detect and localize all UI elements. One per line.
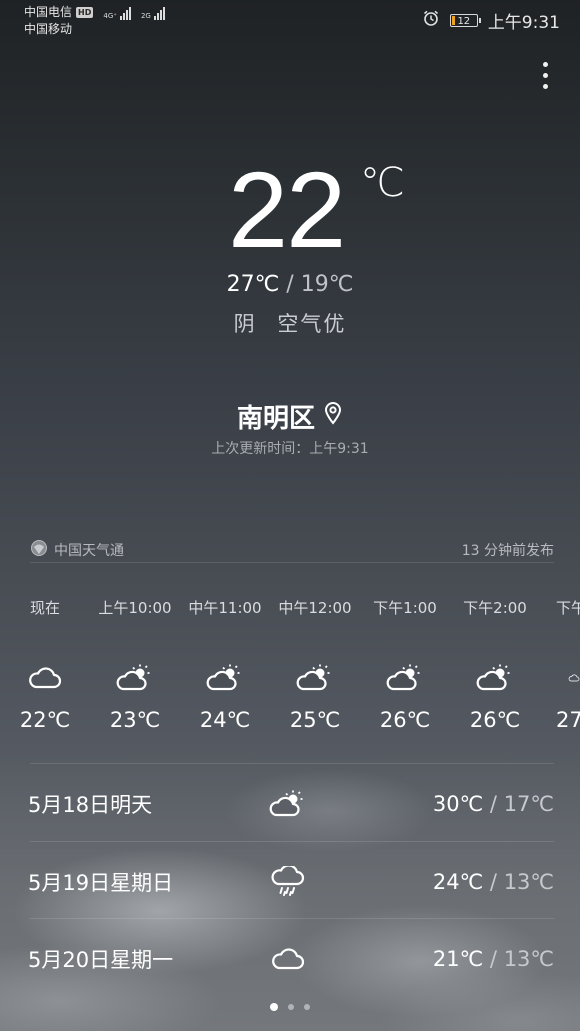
hourly-item: 中午11:00 24℃: [180, 596, 270, 732]
hour-temp: 26℃: [379, 708, 431, 732]
signal-indicator-1: 4G⁺: [103, 6, 131, 20]
hd-badge: HD: [76, 7, 94, 18]
battery-level: [451, 16, 455, 25]
hour-label: 下午2:00: [463, 599, 527, 617]
low-temp: 19℃: [300, 272, 354, 297]
battery-icon: 12: [449, 14, 481, 27]
provider-logo-icon: [30, 539, 48, 561]
divider: [30, 841, 554, 842]
day-high: 24℃: [432, 869, 484, 894]
day-high: 21℃: [432, 946, 484, 971]
signal-bars-icon: [119, 6, 131, 20]
hour-label: 中午12:00: [278, 599, 352, 617]
status-bar: 中国电信 HD 4G⁺ 2G 中国移动 12 上午9:31: [0, 0, 580, 40]
divider: [30, 562, 554, 563]
temperature-unit: ℃: [360, 160, 405, 206]
page-dot[interactable]: [288, 1004, 294, 1010]
page-dot-active[interactable]: [270, 1003, 278, 1011]
air-quality[interactable]: 空气优: [277, 312, 346, 336]
hour-temp: 25℃: [289, 708, 341, 732]
hourly-item: 下午 27: [540, 596, 580, 732]
data-source: 中国天气通 13 分钟前发布: [30, 538, 554, 562]
clock-time: 上午9:31: [487, 13, 560, 33]
hourly-item: 下午2:00 26℃: [450, 596, 540, 732]
city-name[interactable]: 南明区: [237, 398, 315, 435]
hour-label: 上午10:00: [98, 599, 172, 617]
hour-temp: 27: [556, 708, 580, 732]
battery-percent: 12: [457, 16, 471, 27]
page-dot[interactable]: [304, 1004, 310, 1010]
hour-temp: 26℃: [469, 708, 521, 732]
hour-label: 下午1:00: [373, 599, 437, 617]
location-pin-icon[interactable]: [323, 401, 343, 432]
carrier-info: 中国电信 HD 4G⁺ 2G 中国移动: [24, 4, 165, 38]
hourly-item: 现在 22℃: [0, 596, 90, 732]
partly-cloudy-icon: [268, 789, 308, 819]
hour-label: 现在: [29, 599, 60, 617]
day-low: 13℃: [503, 946, 554, 971]
range-separator: /: [489, 946, 497, 971]
day-temp-range: 21℃ / 13℃: [308, 947, 554, 971]
day-low: 17℃: [503, 791, 554, 816]
hour-temp: 24℃: [199, 708, 251, 732]
last-updated: 上次更新时间：上午9:31: [211, 441, 369, 457]
hourly-item: 上午10:00 23℃: [90, 596, 180, 732]
day-high: 30℃: [432, 791, 484, 816]
daily-item[interactable]: 5月20日星期一 21℃ / 13℃: [28, 920, 554, 997]
hour-temp: 23℃: [109, 708, 161, 732]
hour-temp: 22℃: [19, 708, 71, 732]
weather-condition: 阴 空气优: [0, 308, 580, 338]
alarm-clock-icon: [422, 9, 440, 32]
divider: [30, 918, 554, 919]
cloud-icon: [540, 658, 580, 698]
day-temp-range: 30℃ / 17℃: [308, 792, 554, 816]
day-label: 5月20日星期一: [28, 947, 174, 972]
cloud-icon: [0, 658, 90, 698]
provider: 中国天气通: [30, 539, 124, 561]
hourly-item: 中午12:00 25℃: [270, 596, 360, 732]
range-separator: /: [286, 272, 294, 297]
city-selector[interactable]: 南明区: [0, 398, 580, 435]
signal-indicator-2: 2G: [141, 6, 165, 20]
hourly-forecast[interactable]: 现在 22℃ 上午10:00 23℃ 中午11:00 24℃ 中午12:00 2…: [0, 596, 580, 746]
rain-icon: [268, 865, 308, 898]
provider-name: 中国天气通: [54, 543, 124, 559]
day-label: 5月19日星期日: [28, 870, 174, 895]
hour-label: 中午11:00: [188, 599, 262, 617]
partly-cloudy-icon: [450, 658, 540, 698]
more-options-icon[interactable]: [540, 62, 550, 89]
daily-item[interactable]: 5月19日星期日 24℃ / 13℃: [28, 843, 554, 920]
hour-label: 下午: [556, 599, 580, 617]
day-low: 13℃: [503, 869, 554, 894]
partly-cloudy-icon: [270, 658, 360, 698]
partly-cloudy-icon: [180, 658, 270, 698]
cloud-icon: [268, 946, 308, 972]
daily-item[interactable]: 5月18日明天 30℃ / 17℃: [28, 765, 554, 842]
day-label: 5月18日明天: [28, 792, 153, 817]
signal-bars-icon: [153, 6, 165, 20]
partly-cloudy-icon: [90, 658, 180, 698]
range-separator: /: [489, 869, 497, 894]
condition-text: 阴: [233, 312, 257, 336]
temperature-range: 27℃ / 19℃: [0, 272, 580, 297]
divider: [30, 763, 554, 764]
page-indicator[interactable]: [0, 1003, 580, 1011]
day-temp-range: 24℃ / 13℃: [308, 870, 554, 894]
weather-screen: 中国电信 HD 4G⁺ 2G 中国移动 12 上午9:31 22 ℃ 27℃ /…: [0, 0, 580, 1031]
hourly-item: 下午1:00 26℃: [360, 596, 450, 732]
network-type: 4G⁺: [103, 11, 117, 20]
high-temp: 27℃: [226, 272, 280, 297]
status-right: 12 上午9:31: [422, 8, 560, 33]
current-temperature: 22: [228, 149, 346, 270]
carrier-name: 中国电信: [24, 5, 73, 19]
carrier-row-2: 中国移动: [24, 21, 165, 38]
range-separator: /: [489, 791, 497, 816]
network-type: 2G: [140, 11, 151, 20]
partly-cloudy-icon: [360, 658, 450, 698]
carrier-row-1: 中国电信 HD 4G⁺ 2G: [24, 4, 165, 21]
carrier-name: 中国移动: [24, 22, 73, 36]
publish-time: 13 分钟前发布: [461, 543, 554, 559]
